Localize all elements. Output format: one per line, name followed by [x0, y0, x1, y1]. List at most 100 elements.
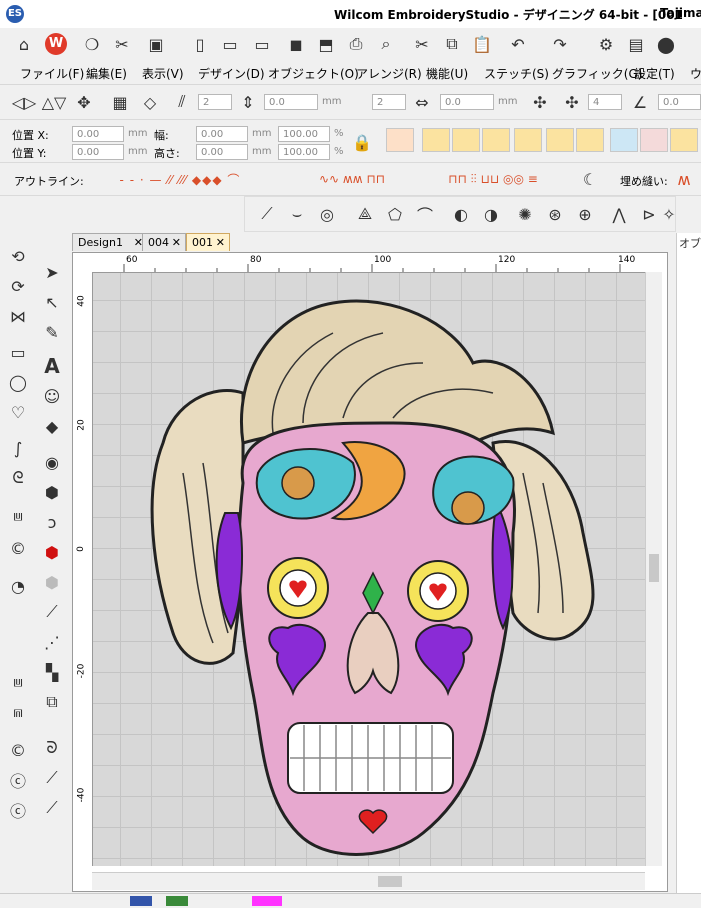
radial-icon[interactable]: ✺ — [513, 202, 537, 226]
stitch-knife-icon[interactable]: ⟋ — [38, 794, 66, 822]
join-icon[interactable]: ⋀ — [607, 202, 631, 226]
count-a-field[interactable]: 2 — [198, 94, 232, 110]
menu-arrange[interactable]: アレンジ(R) — [356, 65, 422, 82]
wheel-icon[interactable]: ⊛ — [543, 202, 567, 226]
trident-swatch[interactable] — [546, 128, 574, 152]
reshape-line-icon[interactable]: ⟋ — [255, 202, 279, 226]
vertical-scrollbar[interactable] — [645, 272, 662, 866]
wreath-icon[interactable]: ✣ — [560, 90, 584, 114]
mirror-horizontal-icon[interactable]: ◁▷ — [12, 90, 37, 114]
polygon-edit-icon[interactable]: ⬠ — [383, 202, 407, 226]
stitch-edit-icon[interactable]: ⟋ — [38, 764, 66, 792]
node-edit-icon[interactable]: ⟁ — [353, 202, 377, 226]
vertical-scroll-thumb[interactable] — [649, 554, 659, 582]
scale-x-field[interactable]: 100.00 — [278, 126, 330, 142]
open-folder-icon[interactable]: ▭ — [218, 32, 242, 56]
value-b-field[interactable]: 0.0 — [440, 94, 494, 110]
menu-settings[interactable]: 設定(T) — [634, 65, 675, 82]
cc-color-icon[interactable]: © — [4, 736, 32, 764]
open-recent-icon[interactable]: ▭ — [250, 32, 274, 56]
copy-icon[interactable]: ⧉ — [440, 32, 464, 56]
menu-file[interactable]: ファイル(F) — [20, 65, 84, 82]
diamond-frame-icon[interactable]: ◇ — [138, 90, 162, 114]
digitize-nodes-icon[interactable]: ⋈ — [4, 302, 32, 330]
wilcom-logo-icon[interactable]: W — [44, 32, 68, 56]
digitize-circle-icon[interactable]: ⟲ — [4, 242, 32, 270]
tab-001[interactable]: 001 ✕ — [186, 233, 230, 251]
outline-zigzag-icon[interactable]: ∿∿ ʍʍ ⊓⊓ — [292, 167, 412, 191]
tab-design1[interactable]: Design1 ✕ — [72, 233, 148, 251]
shapes-icon[interactable]: ♡ — [4, 398, 32, 426]
position-x-field[interactable]: 0.00 — [72, 126, 124, 142]
mirror-both-icon[interactable]: ✥ — [72, 90, 96, 114]
split-shape-icon[interactable]: ◑ — [479, 202, 503, 226]
object-panel[interactable]: オブジ — [676, 233, 701, 907]
lettering-icon[interactable]: A — [38, 352, 66, 380]
spokes-icon[interactable]: ⊕ — [573, 202, 597, 226]
freehand-icon[interactable]: ∫ — [4, 434, 32, 462]
close-icon[interactable]: ✕ — [216, 234, 225, 252]
menu-stitch[interactable]: ステッチ(S) — [484, 65, 549, 82]
magic-wand-icon[interactable]: ✧ — [657, 202, 681, 226]
spiral-icon[interactable]: ᘓ — [4, 464, 32, 492]
width-field[interactable]: 0.00 — [196, 126, 248, 142]
monogram-icon[interactable]: ☺ — [38, 382, 66, 410]
run-line-swatch[interactable] — [514, 128, 542, 152]
color-swatch-green[interactable] — [166, 896, 188, 906]
menu-function[interactable]: 機能(U) — [426, 65, 468, 82]
lock-proportions-icon[interactable]: 🔒 — [350, 130, 374, 154]
menu-object[interactable]: オブジェクト(O) — [268, 65, 359, 82]
value-a-field[interactable]: 0.0 — [264, 94, 318, 110]
ruler-corner[interactable] — [74, 254, 93, 273]
pen-icon[interactable]: ✎ — [38, 318, 66, 346]
ellipse-icon[interactable]: ◯ — [4, 368, 32, 396]
star-swatch[interactable] — [670, 128, 698, 152]
select-arrow-icon[interactable]: ➤ — [38, 258, 66, 286]
frame-in-icon[interactable]: ⩎ — [4, 698, 32, 726]
cc-gray-icon[interactable]: ⓒ — [4, 766, 32, 794]
scale-y-field[interactable]: 100.00 — [278, 144, 330, 160]
column-spacing-icon[interactable]: ⇔ — [410, 90, 434, 114]
color-swatch-blue[interactable] — [130, 896, 152, 906]
save-icon[interactable]: ◼ — [284, 32, 308, 56]
shapes-swatch[interactable] — [640, 128, 668, 152]
hexagon-icon[interactable]: ⬢ — [38, 478, 66, 506]
print-preview-icon[interactable]: ⌕ — [374, 32, 398, 56]
color-balls-icon[interactable]: ⬤ — [654, 32, 678, 56]
motif-fill-swatch[interactable] — [482, 128, 510, 152]
count-c-field[interactable]: 4 — [588, 94, 622, 110]
horizontal-scroll-thumb[interactable] — [378, 876, 402, 887]
needle-icon[interactable]: ⟋ — [38, 598, 66, 626]
outline-pattern-icon[interactable]: ⊓⊓ ⫶⫶ ⊔⊔ ◎◎ ≡ — [418, 167, 568, 191]
position-y-field[interactable]: 0.00 — [72, 144, 124, 160]
new-file-icon[interactable]: ▯ — [188, 32, 212, 56]
grid-select-icon[interactable]: ▚ — [38, 658, 66, 686]
print-icon[interactable]: ⎙ — [344, 32, 368, 56]
sugar-skull-design[interactable] — [93, 273, 645, 866]
digitize-curve-icon[interactable]: ⟳ — [4, 272, 32, 300]
paste-icon[interactable]: 📋 — [470, 32, 494, 56]
close-icon[interactable]: ✕ — [172, 234, 181, 252]
menu-edit[interactable]: 編集(E) — [86, 65, 127, 82]
crescent-icon[interactable]: ☾ — [578, 167, 602, 191]
cc-icon[interactable]: © — [4, 534, 32, 562]
hoop-icon[interactable]: ⩏ — [4, 502, 32, 530]
picture-swatch[interactable] — [610, 128, 638, 152]
angle-icon[interactable]: ∠ — [628, 90, 652, 114]
mirror-vertical-icon[interactable]: △▽ — [42, 90, 67, 114]
vertical-ruler[interactable]: 40 20 0 -20 -40 — [74, 272, 93, 866]
dotted-line-icon[interactable]: ⋰ — [38, 628, 66, 656]
cut-icon[interactable]: ✂ — [410, 32, 434, 56]
count-b-field[interactable]: 2 — [372, 94, 406, 110]
reshape-arrow-icon[interactable]: ↖ — [38, 288, 66, 316]
export-icon[interactable]: ⬒ — [314, 32, 338, 56]
slant-icon[interactable]: ⫽ — [170, 90, 194, 114]
menu-graphic[interactable]: グラフィック(G) — [552, 65, 642, 82]
undo-icon[interactable]: ↶ — [506, 32, 530, 56]
horizontal-ruler[interactable]: 60 80 100 120 140 — [92, 254, 645, 273]
color-swatch-magenta[interactable] — [252, 896, 282, 906]
outline-styles-icon[interactable]: - - · — ⁄⁄ ⁄⁄⁄ ◆◆◆ ⌒ — [80, 167, 280, 191]
fill-zigzag-icon[interactable]: ʍ — [672, 167, 696, 191]
cut-shape-icon[interactable]: ◐ — [449, 202, 473, 226]
satin-fill-swatch[interactable] — [386, 128, 414, 152]
